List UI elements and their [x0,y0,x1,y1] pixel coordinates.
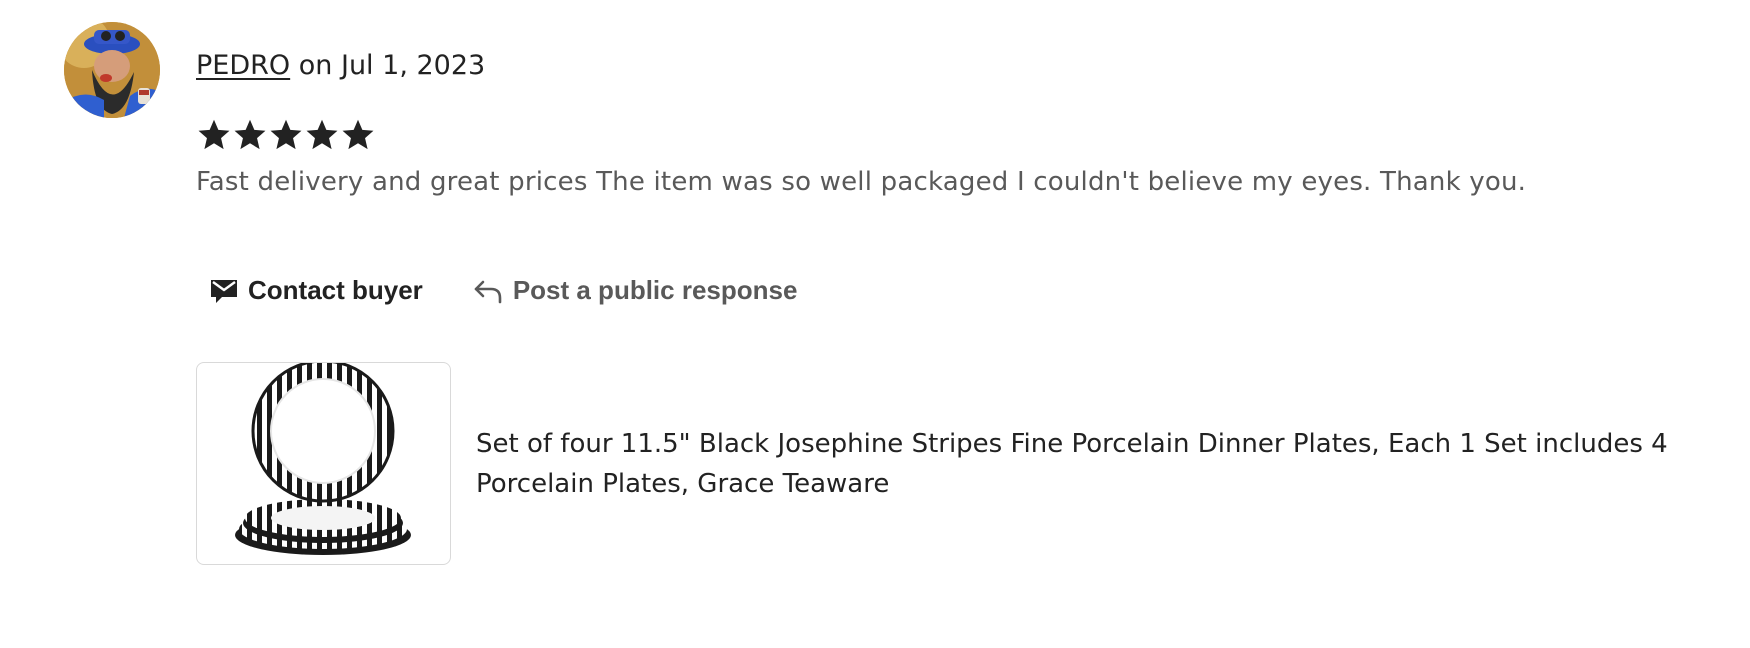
star-rating [196,116,376,154]
review-card: PEDRO on Jul 1, 2023 Fast delivery and g… [0,0,1750,648]
contact-buyer-button[interactable]: Contact buyer [196,266,437,314]
listing-thumbnail[interactable] [196,362,451,565]
star-icon [234,119,266,150]
reviewer-avatar[interactable] [64,22,160,118]
reviewer-name-link[interactable]: PEDRO [196,50,290,81]
review-date: Jul 1, 2023 [340,50,486,81]
star-icon [198,119,230,150]
avatar-image [64,22,160,118]
review-meta: PEDRO on Jul 1, 2023 [196,48,485,84]
reply-arrow-icon [473,276,503,304]
date-prefix: on [298,50,333,81]
post-public-response-label: Post a public response [512,274,798,305]
listing-summary: Set of four 11.5" Black Josephine Stripe… [196,362,1696,565]
review-actions: Contact buyer Post a public response [196,266,811,314]
review-text: Fast delivery and great prices The item … [196,167,1527,197]
contact-buyer-label: Contact buyer [248,274,423,305]
post-public-response-button[interactable]: Post a public response [459,266,812,314]
listing-title-link[interactable]: Set of four 11.5" Black Josephine Stripe… [476,424,1696,504]
star-icon [270,119,302,150]
star-icon [342,119,374,150]
star-icon [306,119,338,150]
envelope-icon [210,276,238,304]
plates-image [235,363,411,555]
